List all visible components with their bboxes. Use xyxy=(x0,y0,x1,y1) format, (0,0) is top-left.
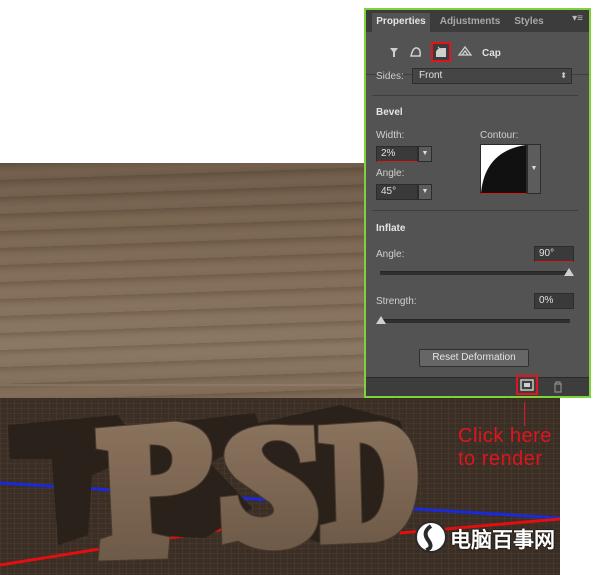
inflate-angle-label: Angle: xyxy=(376,249,405,260)
contour-label: Contour: xyxy=(480,130,519,141)
panel-footer xyxy=(366,375,589,396)
bevel-angle-label: Angle: xyxy=(376,168,405,179)
trash-icon[interactable] xyxy=(552,381,564,393)
properties-panel: Properties Adjustments Styles ▾≡ Cap Sid… xyxy=(364,8,591,398)
updown-arrow-icon: ⬍ xyxy=(560,71,567,80)
divider xyxy=(372,210,578,211)
bevel-width-field[interactable]: 2% xyxy=(376,146,418,162)
bevel-heading: Bevel xyxy=(376,107,403,118)
watermark: 电脑百事网 xyxy=(414,520,564,556)
sides-label: Sides: xyxy=(376,71,404,82)
chevron-down-icon[interactable]: ▼ xyxy=(527,144,541,194)
inflate-angle-slider-thumb[interactable] xyxy=(564,268,574,276)
reset-deformation-button[interactable]: Reset Deformation xyxy=(419,349,529,367)
strength-slider[interactable] xyxy=(380,319,570,323)
annotation-pointer-line xyxy=(524,402,525,426)
coordinates-icon[interactable] xyxy=(457,44,473,60)
bevel-width-label: Width: xyxy=(376,130,405,141)
bevel-angle-field[interactable]: 45° xyxy=(376,184,418,200)
mesh-icon[interactable] xyxy=(386,44,402,60)
cap-icon[interactable] xyxy=(431,42,451,62)
annotation-line-2: to render xyxy=(458,448,543,470)
tab-styles[interactable]: Styles xyxy=(510,13,548,32)
watermark-text: 电脑百事网 xyxy=(450,528,555,552)
render-annotation: Click here to render xyxy=(458,425,552,471)
panel-tab-bar: Properties Adjustments Styles ▾≡ xyxy=(366,10,589,32)
strength-label: Strength: xyxy=(376,296,417,307)
chevron-down-icon[interactable]: ▼ xyxy=(418,146,432,162)
inflate-angle-field[interactable]: 90° xyxy=(534,246,574,262)
strength-field[interactable]: 0% xyxy=(534,293,574,309)
panel-menu-icon[interactable]: ▾≡ xyxy=(572,13,583,24)
contour-picker[interactable] xyxy=(480,144,527,194)
watermark-logo-icon xyxy=(415,521,447,553)
contour-curve-icon xyxy=(481,145,526,193)
sides-select[interactable]: Front ⬍ xyxy=(412,68,572,84)
annotation-line-1: Click here xyxy=(458,425,552,447)
tab-properties[interactable]: Properties xyxy=(372,13,430,32)
divider xyxy=(372,95,578,96)
deform-icon[interactable] xyxy=(408,44,424,60)
inflate-heading: Inflate xyxy=(376,223,406,234)
inflate-angle-slider[interactable] xyxy=(380,271,570,275)
sides-value: Front xyxy=(419,70,443,81)
section-title: Cap xyxy=(482,48,501,59)
chevron-down-icon[interactable]: ▼ xyxy=(418,184,432,200)
strength-slider-thumb[interactable] xyxy=(376,316,386,324)
tab-adjustments[interactable]: Adjustments xyxy=(436,13,504,32)
render-icon[interactable] xyxy=(516,375,538,395)
